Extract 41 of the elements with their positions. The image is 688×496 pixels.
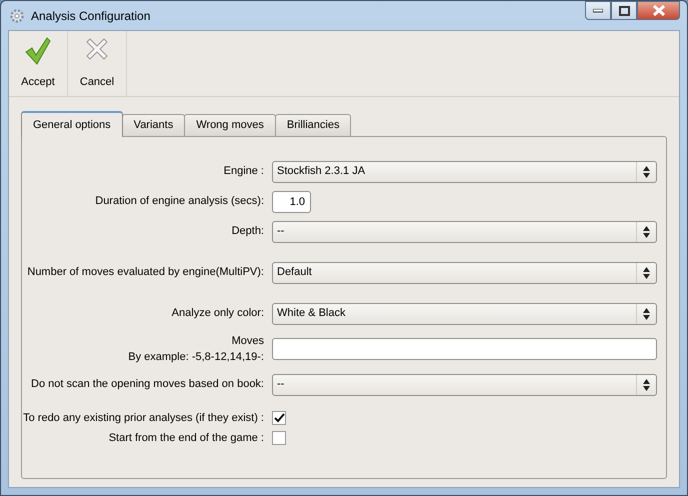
maximize-icon [618,6,630,16]
number-field[interactable]: 1.0 [272,190,311,212]
minimize-icon [593,8,603,12]
hint-text: By example: -5,8-12,14,19-: [128,350,264,365]
checkbox[interactable] [272,431,286,446]
checkmark-icon [274,412,284,423]
dropdown[interactable]: Default [272,262,657,284]
dropdown[interactable]: -- [272,220,657,242]
tab[interactable]: General options [21,111,123,136]
accept-button[interactable]: Accept [9,31,68,96]
tab[interactable]: Brilliancies [274,114,352,136]
field-label: Moves [232,334,264,348]
checkmark-icon [25,37,51,65]
close-icon [652,5,664,16]
field-label: Analyze only color: [172,306,264,322]
tab[interactable]: Wrong moves [184,114,276,136]
field-label: Do not scan the opening moves based on book: [31,377,264,392]
dropdown[interactable]: Stockfish 2.3.1 JA [272,160,657,182]
field-label: Number of moves evaluated by engine(MultiPV): [27,265,264,280]
field-label: Duration of engine analysis (secs): [95,194,264,210]
cancel-button[interactable]: Cancel [68,31,127,96]
maximize-button[interactable] [611,1,637,20]
spinner-arrows-icon [643,266,650,278]
gear-icon [9,8,25,24]
window-title: Analysis Configuration [31,8,150,24]
dropdown[interactable]: White & Black [272,302,657,324]
field-label: To redo any existing prior analyses (if they exist) : [23,410,264,426]
checkbox[interactable] [272,410,286,425]
minimize-button[interactable] [585,1,611,20]
spinner-arrows-icon [643,308,650,320]
tab[interactable]: Variants [122,114,186,136]
dropdown[interactable]: -- [272,374,657,396]
spinner-arrows-icon [643,226,650,238]
field-label: Start from the end of the game : [108,431,264,446]
input-field[interactable] [272,338,657,360]
close-button[interactable] [637,1,680,20]
cross-icon [85,37,109,61]
spinner-arrows-icon [643,378,650,390]
spinner-arrows-icon [643,166,650,178]
field-label: Engine : [224,164,264,180]
field-label: Depth: [232,224,264,240]
